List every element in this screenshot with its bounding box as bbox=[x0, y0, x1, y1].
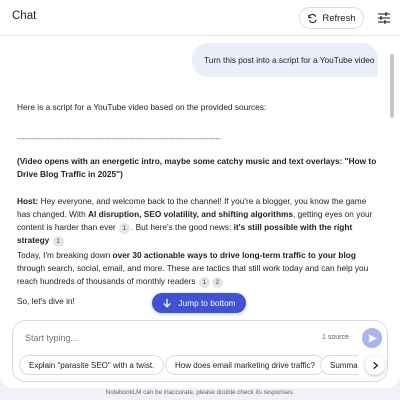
citation-badge[interactable]: 1 bbox=[198, 277, 210, 288]
scrollbar-thumb[interactable] bbox=[390, 54, 394, 118]
chat-header: Chat Refresh bbox=[0, 0, 400, 36]
disclaimer: NotebookLM can be inaccurate, please dou… bbox=[105, 389, 295, 396]
user-message: Turn this post into a script for a YouTu… bbox=[192, 43, 378, 77]
suggestion-chip[interactable]: Summar bbox=[320, 355, 358, 375]
reply-intro-text: Here is a script for a YouTube video bas… bbox=[17, 102, 267, 112]
suggestion-chips: Explain "parasite SEO" with a twist. How… bbox=[13, 355, 358, 377]
host-paragraph: Host: Hey everyone, and welcome back to … bbox=[17, 195, 379, 247]
citation-badge[interactable]: 2 bbox=[211, 277, 223, 288]
composer: 1 source Explain "parasite SEO" with a t… bbox=[12, 320, 388, 382]
p2-text-2: through search, social, email, and more.… bbox=[17, 263, 369, 286]
tune-icon[interactable] bbox=[376, 10, 392, 26]
host-bold-1: AI disruption, SEO volatility, and shift… bbox=[88, 209, 294, 219]
jump-to-bottom-button[interactable]: Jump to bottom bbox=[152, 293, 246, 313]
p2-text-1: Today, I'm breaking down bbox=[17, 250, 113, 260]
refresh-label: Refresh bbox=[322, 12, 356, 24]
citation-badge[interactable]: 1 bbox=[52, 236, 64, 247]
stage-direction-text: (Video opens with an energetic intro, ma… bbox=[17, 156, 377, 179]
chevron-right-icon bbox=[372, 361, 378, 369]
source-count: 1 source bbox=[322, 334, 349, 341]
suggestion-chip[interactable]: How does email marketing drive traffic? bbox=[165, 355, 325, 375]
jump-label: Jump to bottom bbox=[178, 298, 236, 308]
chips-next-button[interactable] bbox=[365, 355, 385, 375]
arrow-down-icon bbox=[163, 298, 172, 308]
citation-badge[interactable]: 1 bbox=[119, 223, 131, 234]
overview-paragraph: Today, I'm breaking down over 30 actiona… bbox=[17, 249, 379, 288]
reply-divider: ----------------------------------------… bbox=[17, 134, 221, 143]
chat-messages[interactable]: Turn this post into a script for a YouTu… bbox=[0, 36, 400, 316]
panel-title: Chat bbox=[12, 10, 37, 22]
suggestion-chip[interactable]: Explain "parasite SEO" with a twist. bbox=[19, 355, 165, 375]
send-button[interactable] bbox=[362, 328, 382, 348]
send-icon bbox=[367, 333, 377, 343]
chat-input[interactable] bbox=[25, 331, 305, 345]
stage-direction: (Video opens with an energetic intro, ma… bbox=[17, 155, 379, 181]
reply-intro: Here is a script for a YouTube video bas… bbox=[17, 101, 379, 114]
host-label: Host: bbox=[17, 196, 39, 206]
chat-panel: Chat Refresh Turn this post into a scrip… bbox=[0, 0, 400, 388]
refresh-icon bbox=[308, 13, 318, 23]
host-text-3: . But here's the good news: bbox=[131, 222, 234, 232]
p2-bold: over 30 actionable ways to drive long-te… bbox=[112, 250, 356, 260]
refresh-button[interactable]: Refresh bbox=[299, 7, 364, 29]
